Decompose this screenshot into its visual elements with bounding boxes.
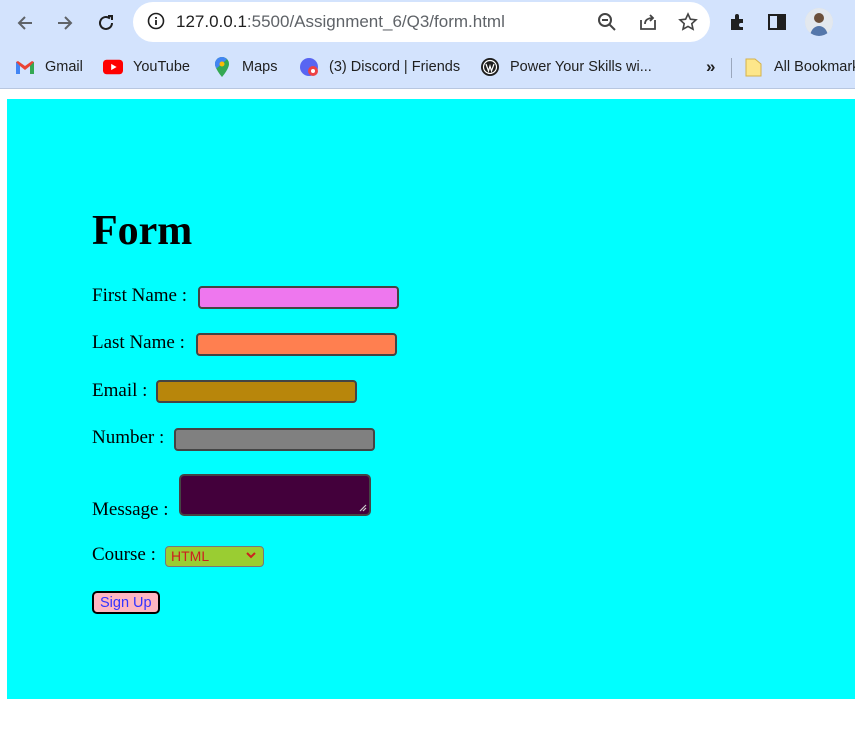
course-selected-value: HTML [171, 548, 210, 564]
youtube-icon [103, 57, 123, 77]
bookmark-discord[interactable]: (3) Discord | Friends [299, 56, 460, 78]
back-arrow-icon [17, 16, 32, 30]
forward-arrow-icon [58, 16, 73, 30]
wordpress-icon [480, 57, 500, 77]
first-name-input[interactable] [198, 286, 399, 309]
bookmark-maps[interactable]: Maps [212, 56, 277, 78]
bookmarks-overflow-button[interactable]: » [706, 56, 715, 78]
forward-button[interactable] [50, 8, 80, 38]
number-input[interactable] [174, 428, 375, 451]
email-label: Email : [92, 380, 148, 401]
email-input[interactable] [156, 380, 357, 403]
bookmark-label: YouTube [133, 59, 190, 75]
url-path: :5500/Assignment_6/Q3/form.html [246, 12, 505, 31]
bookmark-power-your-skills[interactable]: Power Your Skills wi... [480, 56, 652, 78]
sign-up-button[interactable]: Sign Up [92, 591, 160, 614]
number-label: Number : [92, 427, 165, 448]
reload-icon [99, 15, 113, 30]
bookmark-label: Gmail [45, 59, 83, 75]
discord-icon [299, 57, 319, 77]
profile-picture-icon [805, 8, 833, 36]
first-name-label: First Name : [92, 285, 187, 306]
extensions-icon[interactable] [727, 11, 749, 33]
profile-avatar[interactable] [805, 8, 833, 36]
message-label: Message : [92, 499, 169, 520]
share-icon[interactable] [637, 11, 659, 33]
chevron-down-icon [246, 552, 256, 559]
page-title: Form [92, 208, 193, 254]
resize-grip-icon[interactable] [359, 504, 367, 512]
bookmarks-divider [731, 58, 732, 78]
side-panel-icon[interactable] [766, 11, 788, 33]
address-bar[interactable]: 127.0.0.1:5500/Assignment_6/Q3/form.html [133, 2, 710, 42]
maps-icon [212, 57, 232, 77]
zoom-icon[interactable] [596, 11, 618, 33]
browser-toolbar: 127.0.0.1:5500/Assignment_6/Q3/form.html [0, 0, 855, 46]
url-host: 127.0.0.1 [176, 12, 247, 31]
course-label: Course : [92, 544, 156, 565]
site-info-icon[interactable] [147, 12, 165, 30]
bookmark-label: Power Your Skills wi... [510, 59, 652, 75]
bookmark-youtube[interactable]: YouTube [103, 56, 190, 78]
folder-icon [744, 57, 764, 77]
gmail-icon [15, 57, 35, 77]
bookmark-star-icon[interactable] [677, 11, 699, 33]
course-select[interactable]: HTML [165, 546, 264, 567]
bookmark-label: Maps [242, 59, 278, 75]
message-textarea[interactable] [179, 474, 371, 516]
url-text[interactable]: 127.0.0.1:5500/Assignment_6/Q3/form.html [176, 12, 505, 32]
all-bookmarks-folder[interactable]: All Bookmarks [744, 56, 855, 78]
bookmark-gmail[interactable]: Gmail [15, 56, 83, 78]
last-name-input[interactable] [196, 333, 397, 356]
last-name-label: Last Name : [92, 332, 185, 353]
page-body: Form First Name : Last Name : Email : Nu… [7, 99, 855, 699]
bookmark-label: (3) Discord | Friends [329, 59, 461, 75]
back-button[interactable] [10, 8, 40, 38]
reload-button[interactable] [91, 8, 121, 38]
bookmark-label: All Bookmarks [774, 59, 855, 75]
bookmarks-bar: Gmail YouTube Maps (3) Discord | Friends… [0, 46, 855, 89]
